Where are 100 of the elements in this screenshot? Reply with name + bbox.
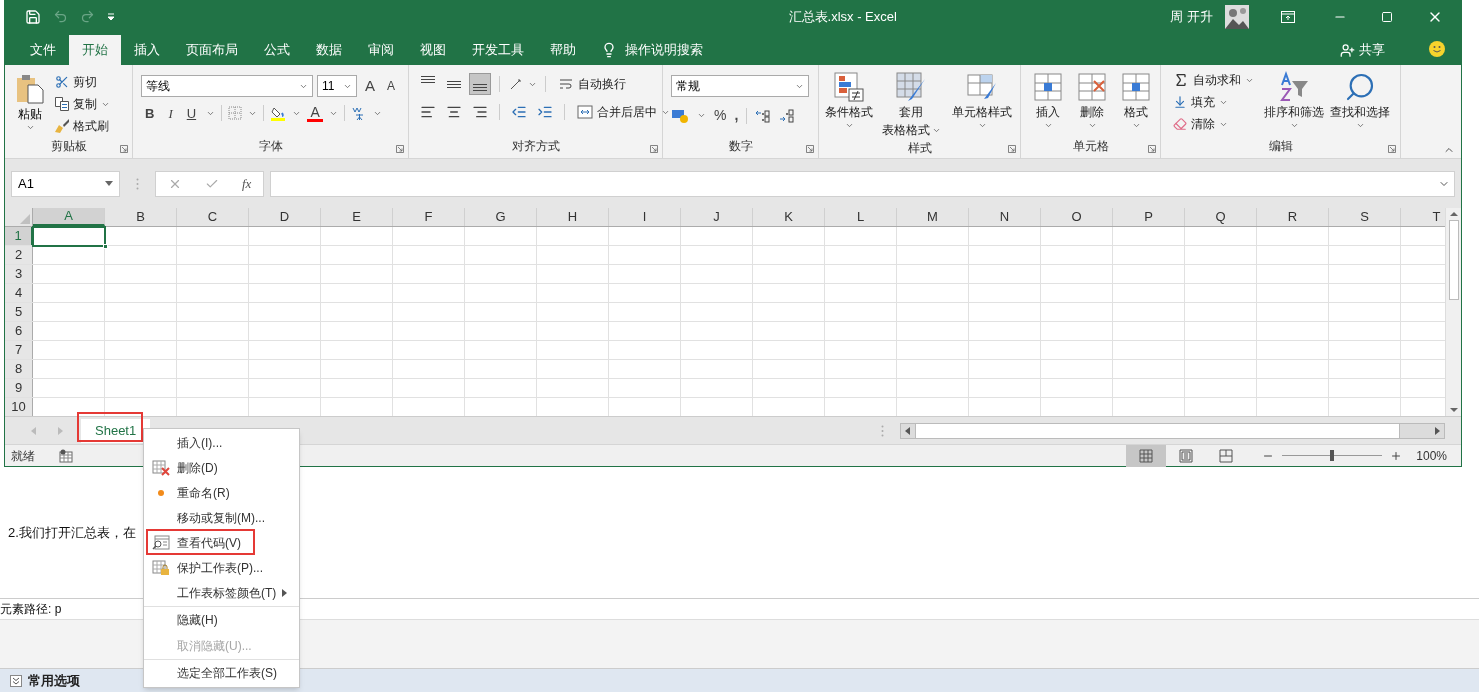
column-header[interactable]: C [177, 208, 249, 226]
horizontal-scrollbar[interactable] [900, 422, 1445, 439]
ribbon-tab[interactable]: 页面布局 [173, 35, 251, 65]
menu-item[interactable]: 查看代码(V) [144, 530, 299, 555]
tell-me-search[interactable]: 操作说明搜索 [601, 35, 703, 65]
find-select-button[interactable]: 查找和选择 [1330, 69, 1390, 130]
menu-item[interactable]: 删除(D) [144, 455, 299, 480]
align-right-icon[interactable] [472, 104, 488, 120]
ribbon-tab[interactable]: 数据 [303, 35, 355, 65]
column-header[interactable]: B [105, 208, 177, 226]
autosum-button[interactable]: 自动求和 [1169, 69, 1258, 91]
increase-decimal-icon[interactable] [755, 107, 772, 124]
menu-item[interactable]: 重命名(R) [144, 480, 299, 505]
bold-button[interactable]: B [141, 103, 159, 123]
delete-cells-button[interactable]: 删除 [1075, 71, 1109, 130]
formula-input[interactable] [270, 171, 1455, 197]
column-header[interactable]: K [753, 208, 825, 226]
decrease-font-size-button[interactable]: A [383, 77, 400, 96]
column-header[interactable]: R [1257, 208, 1329, 226]
row-header[interactable]: 1 [5, 227, 33, 245]
insert-cells-button[interactable]: 插入 [1031, 71, 1065, 130]
column-header[interactable]: J [681, 208, 753, 226]
increase-indent-icon[interactable] [537, 104, 553, 120]
row-header[interactable]: 8 [5, 360, 33, 378]
font-color-button[interactable]: A [307, 104, 324, 122]
zoom-slider-thumb[interactable] [1330, 450, 1335, 461]
row-header[interactable]: 9 [5, 379, 33, 397]
column-header[interactable]: P [1113, 208, 1185, 226]
dialog-launcher-icon[interactable] [1148, 145, 1156, 153]
font-size-dropdown[interactable]: 11 [317, 75, 357, 98]
maximize-icon[interactable] [1381, 10, 1393, 23]
copy-button[interactable]: 复制 [51, 93, 114, 115]
menu-item[interactable]: 隐藏(H) [144, 606, 299, 633]
column-header[interactable]: F [393, 208, 465, 226]
underline-button[interactable]: U [182, 103, 201, 123]
decrease-decimal-icon[interactable] [779, 107, 796, 124]
clear-button[interactable]: 清除 [1169, 113, 1258, 135]
column-header[interactable]: L [825, 208, 897, 226]
scroll-down-icon[interactable] [1449, 408, 1458, 412]
cell-styles-button[interactable]: 单元格样式 [947, 71, 1017, 130]
menu-item[interactable]: 移动或复制(M)... [144, 505, 299, 530]
vertical-align-button[interactable] [469, 73, 491, 95]
column-header[interactable]: S [1329, 208, 1401, 226]
column-header[interactable]: N [969, 208, 1041, 226]
insert-function-button[interactable]: fx [242, 174, 252, 194]
merge-center-button[interactable]: 合并后居中 [573, 101, 674, 123]
row-header[interactable]: 10 [5, 398, 33, 416]
ribbon-tab[interactable]: 开发工具 [459, 35, 537, 65]
scroll-left-icon[interactable] [905, 426, 911, 435]
comma-style-button[interactable]: , [734, 105, 739, 126]
cut-button[interactable]: 剪切 [51, 71, 114, 93]
ribbon-tab[interactable]: 公式 [251, 35, 303, 65]
row-header[interactable]: 4 [5, 284, 33, 302]
sort-filter-button[interactable]: 排序和筛选 [1264, 69, 1324, 130]
orientation-icon[interactable] [508, 76, 524, 92]
dialog-launcher-icon[interactable] [1008, 145, 1016, 153]
percent-style-button[interactable]: % [714, 105, 727, 126]
menu-item[interactable]: 工作表标签颜色(T) [144, 580, 299, 605]
align-left-icon[interactable] [420, 104, 436, 120]
column-header[interactable]: G [465, 208, 537, 226]
ribbon-tab[interactable]: 视图 [407, 35, 459, 65]
fill-color-icon[interactable] [270, 105, 287, 122]
expand-panel-icon[interactable] [10, 674, 22, 687]
zoom-level[interactable]: 100% [1416, 446, 1447, 465]
customize-toolbar-icon[interactable] [107, 12, 115, 21]
ribbon-tab[interactable]: 开始 [69, 35, 121, 65]
column-header[interactable]: D [249, 208, 321, 226]
decrease-indent-icon[interactable] [511, 104, 527, 120]
name-box[interactable]: A1 [11, 171, 120, 197]
dialog-launcher-icon[interactable] [806, 145, 814, 153]
row-header[interactable]: 5 [5, 303, 33, 321]
row-header[interactable]: 7 [5, 341, 33, 359]
ribbon-tab[interactable]: 文件 [17, 35, 69, 65]
smiley-icon[interactable] [1429, 41, 1445, 57]
row-header[interactable]: 2 [5, 246, 33, 264]
column-header[interactable]: H [537, 208, 609, 226]
italic-button[interactable]: I [164, 103, 177, 123]
menu-item[interactable]: 保护工作表(P)... [144, 555, 299, 580]
zoom-in-icon[interactable] [1390, 449, 1403, 462]
increase-font-size-button[interactable]: A [361, 75, 379, 98]
format-as-table-button[interactable]: 套用 表格格式 [881, 71, 941, 139]
ribbon-tab[interactable]: 审阅 [355, 35, 407, 65]
accounting-format-icon[interactable] [671, 107, 689, 124]
menu-item[interactable]: 选定全部工作表(S) [144, 659, 299, 686]
format-cells-button[interactable]: 格式 [1119, 71, 1153, 130]
ribbon-tab[interactable]: 插入 [121, 35, 173, 65]
dialog-launcher-icon[interactable] [650, 145, 658, 153]
vertical-scrollbar[interactable] [1445, 208, 1461, 416]
macro-record-icon[interactable] [59, 448, 73, 463]
conditional-formatting-button[interactable]: 条件格式 [823, 71, 875, 130]
scrollbar-thumb[interactable] [1448, 220, 1459, 300]
number-format-dropdown[interactable]: 常规 [671, 75, 809, 97]
normal-view-button[interactable] [1126, 444, 1167, 467]
dialog-launcher-icon[interactable] [120, 145, 128, 153]
row-header[interactable]: 3 [5, 265, 33, 283]
align-center-icon[interactable] [446, 104, 462, 120]
column-header[interactable]: E [321, 208, 393, 226]
dialog-launcher-icon[interactable] [1388, 145, 1396, 153]
zoom-slider-track[interactable] [1282, 450, 1383, 461]
font-name-dropdown[interactable]: 等线 [141, 75, 313, 98]
